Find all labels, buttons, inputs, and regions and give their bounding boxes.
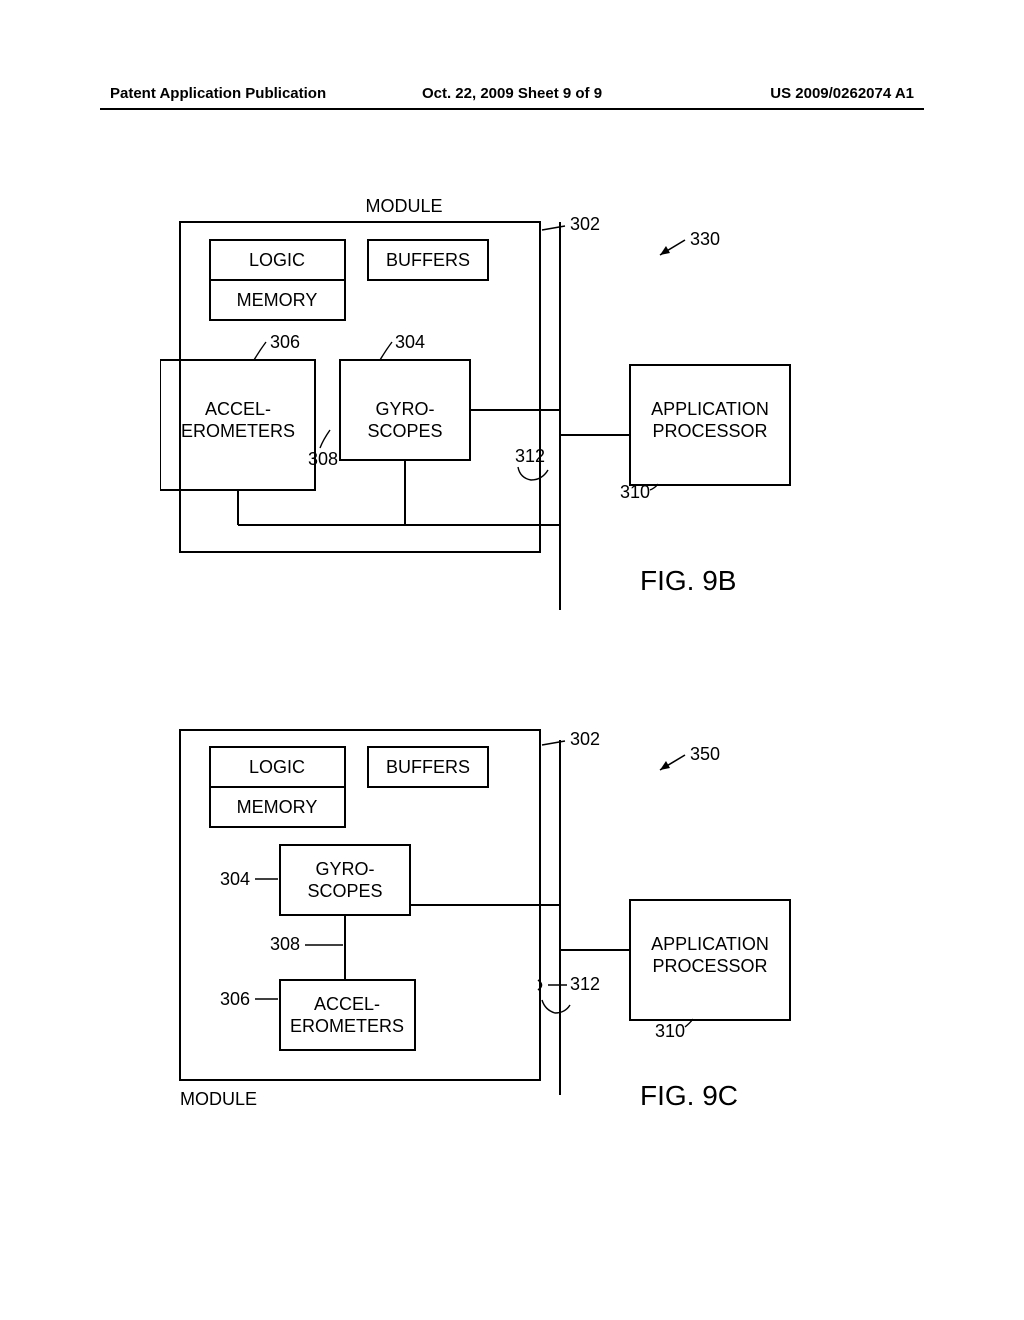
page-header: Patent Application Publication Oct. 22, … [0, 85, 1024, 102]
figure-9c: LOGIC MEMORY BUFFERS GYRO- SCOPES 304 AC… [160, 705, 900, 1125]
figure-caption: FIG. 9C [640, 1080, 738, 1111]
leader-302 [542, 741, 565, 745]
leader-302 [542, 226, 565, 230]
ref-304: 304 [395, 332, 425, 352]
ref-302: 302 [570, 214, 600, 234]
arrow-330 [660, 246, 670, 255]
ref-312: 312 [570, 974, 600, 994]
buffers-label: BUFFERS [386, 757, 470, 777]
publication-number: US 2009/0262074 A1 [646, 85, 914, 102]
accel-label-1: ACCEL- [314, 994, 380, 1014]
ref-330: 330 [690, 229, 720, 249]
ref-306: 306 [270, 332, 300, 352]
ref-350: 350 [690, 744, 720, 764]
memory-label: MEMORY [237, 290, 318, 310]
accel-label-1: ACCEL- [205, 399, 271, 419]
ref-302: 302 [570, 729, 600, 749]
gyro-label-1: GYRO- [375, 399, 434, 419]
gyro-label-2: SCOPES [307, 881, 382, 901]
module-label: MODULE [365, 196, 442, 216]
gyro-label-2: SCOPES [367, 421, 442, 441]
accel-label-2: EROMETERS [181, 421, 295, 441]
leader-312b [542, 1000, 570, 1013]
header-divider [100, 108, 924, 110]
publication-type: Patent Application Publication [110, 85, 378, 102]
figure-caption: FIG. 9B [640, 565, 736, 596]
proc-label-2: PROCESSOR [652, 421, 767, 441]
leader-306 [254, 342, 266, 360]
memory-label: MEMORY [237, 797, 318, 817]
module-label: MODULE [180, 1089, 257, 1109]
buffers-label: BUFFERS [386, 250, 470, 270]
ref-312: 312 [515, 446, 545, 466]
ref-310: 310 [620, 482, 650, 502]
date-sheet: Oct. 22, 2009 Sheet 9 of 9 [378, 85, 646, 102]
ref-306: 306 [220, 989, 250, 1009]
proc-label-2: PROCESSOR [652, 956, 767, 976]
leader-312 [518, 467, 548, 480]
gyro-label-1: GYRO- [315, 859, 374, 879]
ref-308: 308 [270, 934, 300, 954]
ref-310: 310 [655, 1021, 685, 1041]
module-box [180, 222, 540, 552]
ref-304: 304 [220, 869, 250, 889]
logic-label: LOGIC [249, 757, 305, 777]
proc-label-1: APPLICATION [651, 934, 769, 954]
proc-label-1: APPLICATION [651, 399, 769, 419]
accel-label-2: EROMETERS [290, 1016, 404, 1036]
arrow-350 [660, 761, 670, 770]
leader-304 [380, 342, 392, 360]
gyroscopes-box [280, 845, 410, 915]
figure-9b: MODULE LOGIC MEMORY BUFFERS 306 304 ACCE… [160, 190, 900, 610]
accelerometers-box [280, 980, 415, 1050]
ref-308: 308 [308, 449, 338, 469]
leader-308 [320, 430, 330, 448]
logic-label: LOGIC [249, 250, 305, 270]
